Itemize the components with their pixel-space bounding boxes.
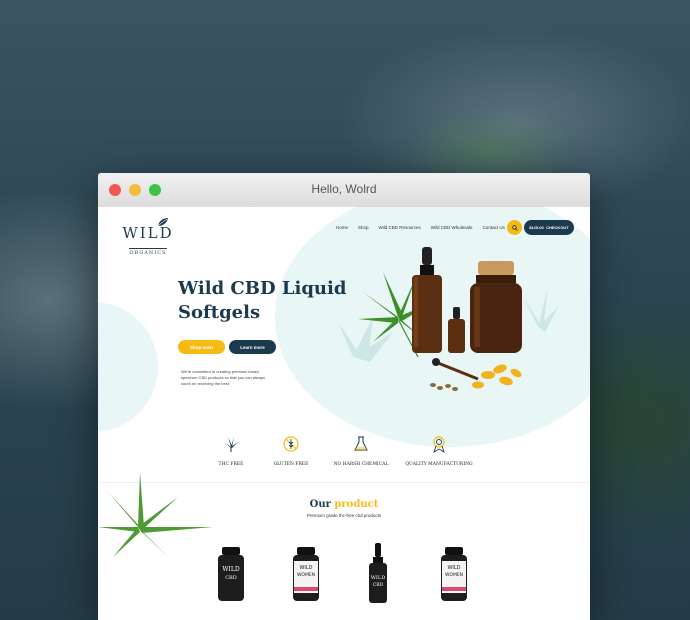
product-label-line1: WILD xyxy=(447,565,460,571)
products-heading-main: Our xyxy=(309,499,331,510)
product-label-line1: WILD xyxy=(222,566,240,573)
checkout-label: CHECKOUT xyxy=(546,225,569,230)
feature-label: QUALITY MANUFACTURING xyxy=(405,462,473,467)
site-logo[interactable]: WILD ORGANICS xyxy=(118,217,178,256)
product-bottle-image: WILD WOMEN xyxy=(441,547,467,601)
hero-product-image xyxy=(338,247,558,391)
product-label-line2: WOMEN xyxy=(297,572,315,578)
feature-label: GLUTEN FREE xyxy=(273,462,309,467)
product-card[interactable]: WILD WOMEN xyxy=(291,547,321,608)
website-page: WILD ORGANICS Home Shop Wild CBD Resourc… xyxy=(98,207,590,620)
product-label-line1: WILD xyxy=(299,565,312,571)
product-label-line1: WILD xyxy=(371,575,385,581)
feature-gluten-free: GLUTEN FREE xyxy=(256,435,326,467)
decorative-arc xyxy=(98,302,158,432)
nav-home[interactable]: Home xyxy=(336,225,348,230)
product-bottle-image: WILD CBD xyxy=(218,547,244,601)
nav-contact[interactable]: Contact Us xyxy=(483,225,505,230)
quality-icon xyxy=(433,436,445,454)
search-button[interactable] xyxy=(507,220,522,235)
window-title: Hello, Wolrd xyxy=(311,182,377,196)
search-icon xyxy=(511,224,518,231)
browser-window: Hello, Wolrd WILD ORGANICS Home Shop Wil… xyxy=(98,173,590,620)
feature-quality: QUALITY MANUFACTURING xyxy=(404,435,474,467)
products-subtitle: Premium grade thc-free cbd products xyxy=(306,513,382,518)
product-card[interactable]: WILD WOMEN xyxy=(439,547,469,608)
shop-now-button[interactable]: Shop now! xyxy=(178,340,225,354)
product-bottle-image: WILD WOMEN xyxy=(293,547,319,601)
product-label-line2: CBD xyxy=(225,575,237,581)
product-dropper-image: WILD CBD xyxy=(369,543,387,603)
products-heading: Our product xyxy=(98,499,590,510)
cart-amount: $125.00 xyxy=(529,225,544,230)
feature-no-chemical: NO HARSH CHEMICAL xyxy=(326,435,396,467)
logo-leaf-icon xyxy=(157,218,168,227)
gluten-free-icon xyxy=(283,436,299,452)
hemp-leaf-icon xyxy=(224,437,238,452)
products-heading-accent: product xyxy=(334,499,379,510)
nav-resources[interactable]: Wild CBD Resources xyxy=(379,225,421,230)
logo-text: WILD xyxy=(122,224,174,242)
logo-subtext: ORGANICS xyxy=(129,248,167,256)
no-chemical-icon xyxy=(354,436,368,451)
nav-shop[interactable]: Shop xyxy=(358,225,369,230)
hero-description: We're committed to creating premium broa… xyxy=(181,369,266,386)
main-nav: Home Shop Wild CBD Resources Wild CBD Wh… xyxy=(336,225,505,230)
learn-more-button[interactable]: Learn more xyxy=(229,340,276,354)
product-card[interactable]: WILD CBD xyxy=(216,547,246,608)
cart-checkout-button[interactable]: $125.00 CHECKOUT xyxy=(524,220,574,235)
nav-wholesale[interactable]: Wild CBD Wholesale xyxy=(431,225,473,230)
product-label-line2: WOMEN xyxy=(445,572,463,578)
title-bar: Hello, Wolrd xyxy=(98,173,590,208)
product-card[interactable]: WILD CBD xyxy=(366,543,390,610)
product-label-line2: CBD xyxy=(373,582,384,588)
feature-label: NO HARSH CHEMICAL xyxy=(333,462,389,467)
